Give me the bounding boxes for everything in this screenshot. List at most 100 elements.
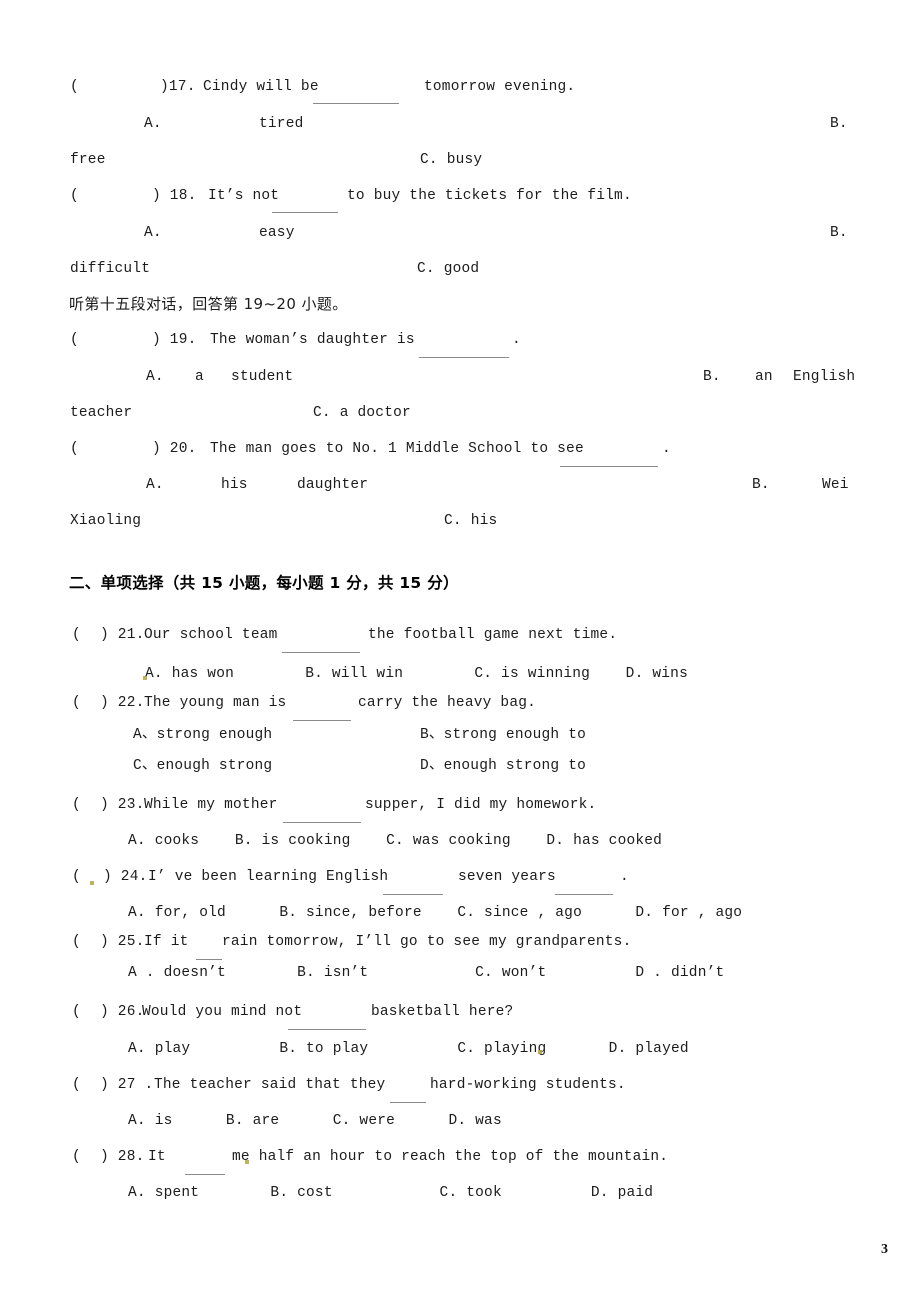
q20-stem-after: . (662, 441, 671, 457)
q23-options[interactable]: A. cooks B. is cooking C. was cooking D.… (128, 834, 662, 849)
listening-instruction: 听第十五段对话，回答第 19~20 小题。 (69, 295, 348, 313)
scan-speck-icon (538, 1050, 542, 1054)
q18-option-b-text[interactable]: difficult (70, 262, 150, 277)
q19-option-b-article[interactable]: an (755, 370, 773, 385)
q27-options[interactable]: A. is B. are C. were D. was (128, 1114, 502, 1129)
q18-stem-before: It’s not (208, 188, 280, 204)
q19-option-a-label[interactable]: A. (146, 370, 164, 385)
q28-stem-after: me half an hour to reach the top of the … (232, 1149, 669, 1165)
q17-stem-after: tomorrow evening. (424, 79, 576, 95)
q20-option-b-cont[interactable]: Xiaoling (70, 514, 141, 529)
q21-stem-before: Our school team (144, 627, 278, 643)
q18-number: ) 18. (152, 188, 197, 204)
q28-number: ) 28. (100, 1149, 145, 1165)
q24-number: ) 24. (103, 869, 148, 885)
q24-answer-blank-1[interactable] (383, 883, 443, 895)
q26-number: ) 26. (100, 1004, 145, 1020)
q28-options[interactable]: A. spent B. cost C. took D. paid (128, 1186, 653, 1201)
q17-option-b-label[interactable]: B. (830, 117, 848, 132)
q23-number: ) 23. (100, 797, 145, 813)
q18-stem-after: to buy the tickets for the film. (347, 188, 632, 204)
q26-answer-blank[interactable] (288, 1018, 366, 1030)
q20-open-paren: ( (70, 441, 79, 457)
q17-answer-blank[interactable] (313, 92, 399, 104)
exam-page: ( )17. Cindy will be tomorrow evening. A… (0, 0, 920, 1302)
q25-stem-before: If it (144, 934, 189, 950)
q17-number: )17. (160, 79, 196, 95)
q23-stem-after: supper, I did my homework. (365, 797, 597, 813)
q25-open-paren: ( (72, 934, 81, 950)
q21-answer-blank[interactable] (282, 641, 360, 653)
q19-answer-blank[interactable] (419, 346, 509, 358)
q21-number: ) 21. (100, 627, 145, 643)
q25-answer-blank[interactable] (196, 948, 222, 960)
q18-option-b-label[interactable]: B. (830, 226, 848, 241)
q24-answer-blank-2[interactable] (555, 883, 613, 895)
q17-option-a-text[interactable]: tired (259, 117, 304, 132)
scan-speck-icon (143, 676, 147, 680)
q28-open-paren: ( (72, 1149, 81, 1165)
q23-answer-blank[interactable] (283, 811, 361, 823)
q24-open-paren: ( (72, 869, 81, 885)
q22-option-c[interactable]: C、enough strong (133, 759, 272, 774)
q17-stem-before: Cindy will be (203, 79, 319, 95)
q27-open-paren: ( (72, 1077, 81, 1093)
scan-speck-icon (90, 881, 94, 885)
q22-option-b[interactable]: B、strong enough to (420, 728, 586, 743)
q23-stem-before: While my mother (144, 797, 278, 813)
q27-stem-before: The teacher said that they (154, 1077, 386, 1093)
q22-option-d[interactable]: D、enough strong to (420, 759, 586, 774)
scan-speck-icon (245, 1160, 249, 1164)
q17-option-a-label[interactable]: A. (144, 117, 162, 132)
q26-options[interactable]: A. play B. to play C. playing D. played (128, 1042, 689, 1057)
q17-option-b-text[interactable]: free (70, 153, 106, 168)
q21-options[interactable]: A. has won B. will win C. is winning D. … (145, 667, 688, 682)
q22-open-paren: ( (72, 695, 81, 711)
q27-stem-after: hard-working students. (430, 1077, 626, 1093)
q17-option-c[interactable]: C. busy (420, 153, 482, 168)
q18-option-c[interactable]: C. good (417, 262, 479, 277)
q26-stem-before: Would you mind not (142, 1004, 303, 1020)
q20-stem-before: The man goes to No. 1 Middle School to s… (210, 441, 584, 457)
q20-option-a-label[interactable]: A. (146, 478, 164, 493)
q24-options[interactable]: A. for, old B. since, before C. since , … (128, 906, 742, 921)
q21-stem-after: the football game next time. (368, 627, 618, 643)
q25-options[interactable]: A . doesn’t B. isn’t C. won’t D . didn’t (128, 966, 724, 981)
q26-stem-after: basketball here? (371, 1004, 514, 1020)
q19-option-c[interactable]: C. a doctor (313, 406, 411, 421)
q25-number: ) 25. (100, 934, 145, 950)
q19-option-a-article[interactable]: a (195, 370, 204, 385)
q23-open-paren: ( (72, 797, 81, 813)
q18-option-a-label[interactable]: A. (144, 226, 162, 241)
q22-stem-before: The young man is (144, 695, 287, 711)
q18-open-paren: ( (70, 188, 79, 204)
q24-stem-before: I’ ve been learning English (148, 869, 389, 885)
q19-option-b-cont[interactable]: teacher (70, 406, 132, 421)
q19-option-b-text[interactable]: English (793, 370, 855, 385)
section-heading-multiple-choice: 二、单项选择（共 15 小题，每小题 1 分，共 15 分） (69, 574, 459, 592)
q20-option-b-text[interactable]: Wei (822, 478, 849, 493)
q27-number: ) 27 . (100, 1077, 154, 1093)
q19-stem-after: . (512, 332, 521, 348)
q21-open-paren: ( (72, 627, 81, 643)
q22-answer-blank[interactable] (293, 709, 351, 721)
q22-option-a[interactable]: A、strong enough (133, 728, 272, 743)
q20-answer-blank[interactable] (560, 455, 658, 467)
q19-option-a-text[interactable]: student (231, 370, 293, 385)
q26-open-paren: ( (72, 1004, 81, 1020)
q19-stem-before: The woman’s daughter is (210, 332, 415, 348)
q20-option-c[interactable]: C. his (444, 514, 497, 529)
q24-stem-after: . (620, 869, 629, 885)
q28-answer-blank[interactable] (185, 1163, 225, 1175)
q20-option-a-text[interactable]: daughter (297, 478, 368, 493)
q28-stem-before: It (148, 1149, 166, 1165)
q20-option-b-label[interactable]: B. (752, 478, 770, 493)
q19-option-b-label[interactable]: B. (703, 370, 721, 385)
q18-option-a-text[interactable]: easy (259, 226, 295, 241)
q22-number: ) 22. (100, 695, 145, 711)
q27-answer-blank[interactable] (390, 1091, 426, 1103)
q22-stem-after: carry the heavy bag. (358, 695, 537, 711)
q20-option-a-his[interactable]: his (221, 478, 248, 493)
q25-stem-after: rain tomorrow, I’ll go to see my grandpa… (222, 934, 632, 950)
q18-answer-blank[interactable] (272, 201, 338, 213)
